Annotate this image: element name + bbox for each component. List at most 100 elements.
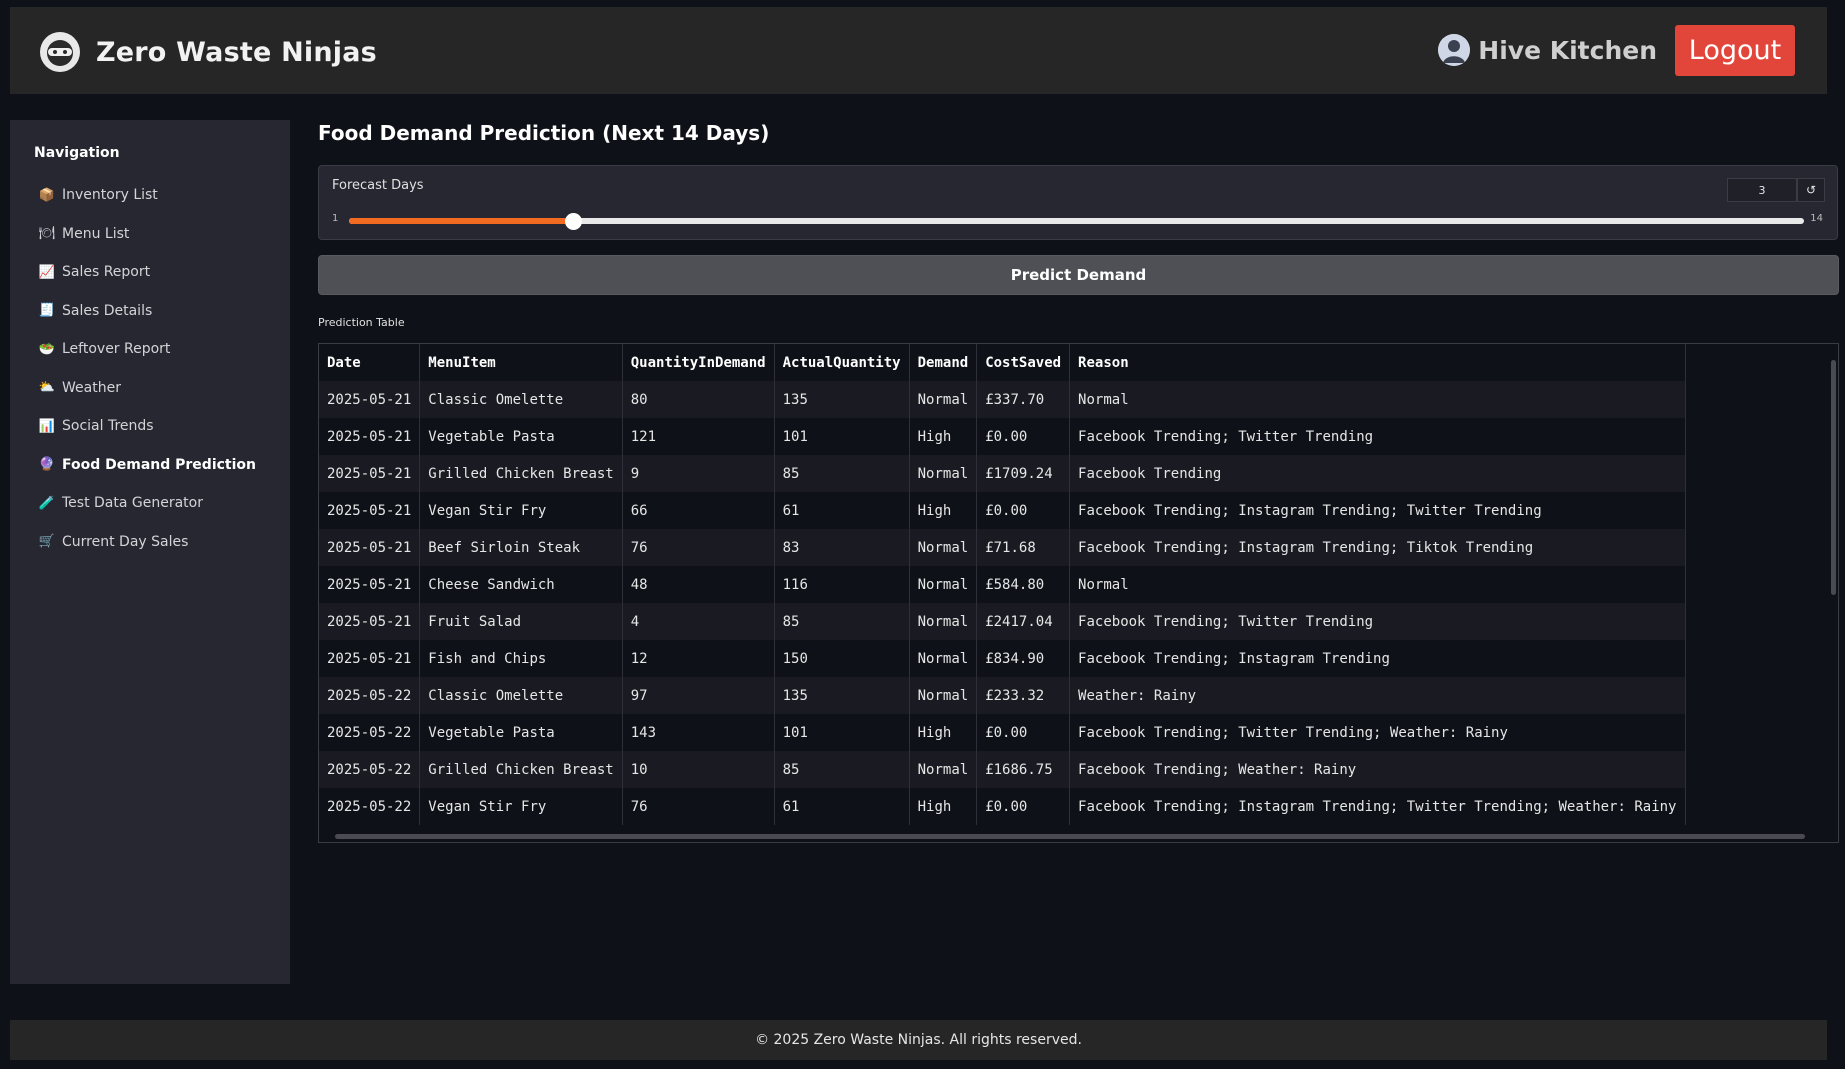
table-row[interactable]: 2025-05-21 Vegan Stir Fry 66 61 High £0.00 Fac… — [319, 492, 1686, 529]
table-cell: 61 — [774, 788, 910, 825]
column-header[interactable]: Date — [319, 344, 421, 381]
column-header[interactable]: MenuItem — [419, 344, 623, 381]
table-cell: Facebook Trending; Instagram Trending — [1069, 640, 1686, 677]
table-row[interactable]: 2025-05-21 Vegetable Pasta 121 101 High £0.00… — [319, 418, 1686, 455]
sidebar-item-menu-list[interactable]: 🍽 Menu List — [36, 215, 286, 254]
table-cell: High — [909, 788, 978, 825]
sidebar-item-social-trends[interactable]: 📊 Social Trends — [36, 407, 286, 446]
slider-thumb[interactable] — [564, 213, 582, 230]
table-cell: Grilled Chicken Breast — [419, 751, 623, 788]
table-cell: Vegan Stir Fry — [419, 788, 623, 825]
table-cell: 135 — [774, 677, 910, 714]
column-header[interactable]: ActualQuantity — [774, 344, 910, 381]
horizontal-scrollbar-thumb[interactable] — [335, 834, 1805, 839]
horizontal-scrollbar[interactable] — [323, 834, 1828, 840]
table-cell: £233.32 — [976, 677, 1071, 714]
forecast-days-slider-panel: Forecast Days ↺ 1 14 — [318, 165, 1838, 240]
package-icon: 📦 — [38, 187, 56, 203]
table-cell: 2025-05-21 — [319, 603, 421, 640]
table-cell: 2025-05-22 — [319, 714, 421, 751]
prediction-table[interactable]: Date MenuItem QuantityInDemand ActualQuanti… — [318, 343, 1839, 843]
table-cell: Vegetable Pasta — [419, 418, 623, 455]
table-cell: 2025-05-22 — [319, 751, 421, 788]
table-cell: 48 — [622, 566, 775, 603]
slider-track[interactable] — [349, 213, 1804, 230]
table-cell: Cheese Sandwich — [419, 566, 623, 603]
page-title: Food Demand Prediction (Next 14 Days) — [318, 121, 770, 145]
table-row[interactable]: 2025-05-22 Vegan Stir Fry 76 61 High £0.00 Fac… — [319, 788, 1686, 825]
table-cell: Weather: Rainy — [1069, 677, 1686, 714]
table-cell: 2025-05-22 — [319, 788, 421, 825]
cart-icon: 🛒 — [38, 534, 56, 550]
sidebar: Navigation 📦 Inventory List 🍽 Menu List 📈 Sal… — [10, 120, 290, 984]
table-cell: Normal — [909, 677, 978, 714]
sidebar-item-inventory-list[interactable]: 📦 Inventory List — [36, 176, 286, 215]
logout-button[interactable]: Logout — [1675, 25, 1795, 76]
table-cell: 12 — [622, 640, 775, 677]
table-row[interactable]: 2025-05-21 Beef Sirloin Steak 76 83 Normal £7… — [319, 529, 1686, 566]
table-cell: £834.90 — [976, 640, 1071, 677]
column-header[interactable]: QuantityInDemand — [622, 344, 775, 381]
table-cell: 85 — [774, 751, 910, 788]
vertical-scrollbar[interactable] — [1831, 350, 1836, 830]
table-row[interactable]: 2025-05-22 Classic Omelette 97 135 Normal £23… — [319, 677, 1686, 714]
table-row[interactable]: 2025-05-22 Grilled Chicken Breast 10 85 Norm… — [319, 751, 1686, 788]
table-row[interactable]: 2025-05-21 Grilled Chicken Breast 9 85 Norma… — [319, 455, 1686, 492]
table-cell: Normal — [1069, 566, 1686, 603]
column-header[interactable]: Demand — [909, 344, 978, 381]
table-cell: 97 — [622, 677, 775, 714]
table-cell: 150 — [774, 640, 910, 677]
sidebar-nav: 📦 Inventory List 🍽 Menu List 📈 Sales Report 🧾 S… — [36, 176, 286, 561]
sidebar-item-label: Inventory List — [62, 187, 158, 204]
table-row[interactable]: 2025-05-21 Classic Omelette 80 135 Normal £33… — [319, 381, 1686, 418]
table-cell: 2025-05-21 — [319, 492, 421, 529]
table-cell: 10 — [622, 751, 775, 788]
table-row[interactable]: 2025-05-21 Fish and Chips 12 150 Normal £834.… — [319, 640, 1686, 677]
sidebar-item-label: Menu List — [62, 225, 130, 242]
table-cell: High — [909, 714, 978, 751]
prediction-table-label: Prediction Table — [318, 316, 405, 329]
table-cell: £337.70 — [976, 381, 1071, 418]
table-cell: 2025-05-21 — [319, 455, 421, 492]
table-cell: 116 — [774, 566, 910, 603]
sidebar-item-label: Test Data Generator — [62, 495, 203, 512]
brand[interactable]: Zero Waste Ninjas — [40, 32, 377, 72]
sidebar-item-leftover-report[interactable]: 🥗 Leftover Report — [36, 330, 286, 369]
crystal-ball-icon: 🔮 — [38, 457, 56, 473]
forecast-days-input[interactable] — [1727, 178, 1797, 202]
user-avatar-icon — [1438, 34, 1471, 66]
sidebar-item-food-demand-prediction[interactable]: 🔮 Food Demand Prediction — [36, 446, 286, 485]
table-cell: Classic Omelette — [419, 677, 623, 714]
table-cell: Facebook Trending; Twitter Trending; Wea… — [1069, 714, 1686, 751]
table-cell: Facebook Trending; Twitter Trending — [1069, 603, 1686, 640]
sidebar-title: Navigation — [34, 145, 120, 161]
receipt-icon: 🧾 — [38, 303, 56, 319]
column-header[interactable]: Reason — [1069, 344, 1686, 381]
table-cell: Normal — [909, 640, 978, 677]
column-header[interactable]: CostSaved — [976, 344, 1071, 381]
user-profile[interactable]: Hive Kitchen — [1438, 34, 1657, 66]
table-row[interactable]: 2025-05-22 Vegetable Pasta 143 101 High £0.00… — [319, 714, 1686, 751]
table-row[interactable]: 2025-05-21 Cheese Sandwich 48 116 Normal £584… — [319, 566, 1686, 603]
table-row[interactable]: 2025-05-21 Fruit Salad 4 85 Normal £2417.04 Fa… — [319, 603, 1686, 640]
predict-demand-button[interactable]: Predict Demand — [318, 255, 1839, 295]
reset-icon[interactable]: ↺ — [1797, 178, 1825, 202]
sidebar-item-sales-report[interactable]: 📈 Sales Report — [36, 253, 286, 292]
table-cell: High — [909, 492, 978, 529]
table-cell: £2417.04 — [976, 603, 1071, 640]
sidebar-item-current-day-sales[interactable]: 🛒 Current Day Sales — [36, 523, 286, 562]
sidebar-item-test-data-generator[interactable]: 🧪 Test Data Generator — [36, 484, 286, 523]
vertical-scrollbar-thumb[interactable] — [1831, 360, 1836, 595]
table-cell: £0.00 — [976, 418, 1071, 455]
table-cell: Normal — [909, 455, 978, 492]
table-cell: £0.00 — [976, 492, 1071, 529]
sidebar-item-sales-details[interactable]: 🧾 Sales Details — [36, 292, 286, 331]
test-tube-icon: 🧪 — [38, 495, 56, 511]
sidebar-item-weather[interactable]: ⛅ Weather — [36, 369, 286, 408]
slider-max-label: 14 — [1810, 213, 1823, 224]
brand-name: Zero Waste Ninjas — [96, 36, 377, 68]
ninja-logo-icon — [40, 32, 80, 72]
weather-icon: ⛅ — [38, 380, 56, 396]
table-cell: 143 — [622, 714, 775, 751]
salad-icon: 🥗 — [38, 341, 56, 357]
